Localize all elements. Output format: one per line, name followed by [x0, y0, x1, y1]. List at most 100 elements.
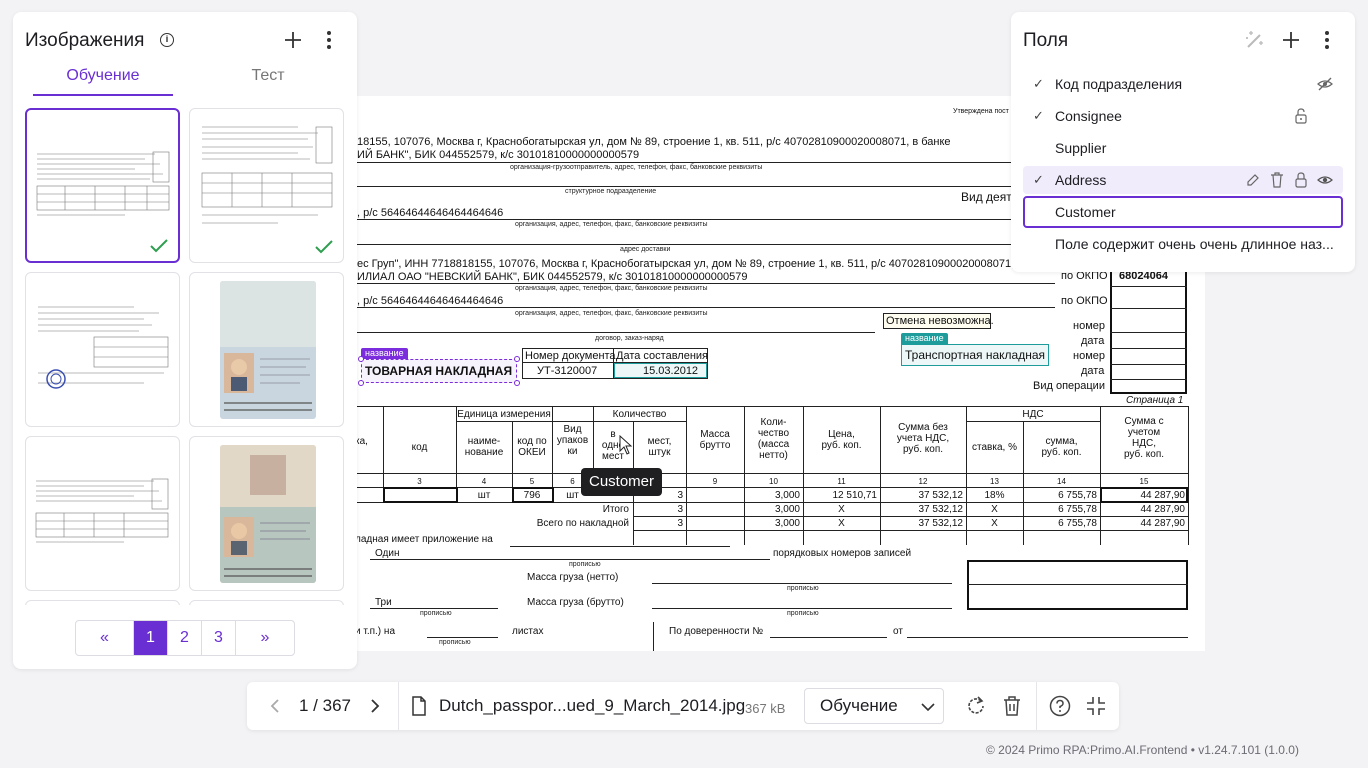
- cell: 3: [677, 504, 683, 515]
- col-num: 9: [712, 477, 718, 486]
- rotate-icon: [968, 696, 984, 714]
- mouse-cursor-icon: [619, 435, 633, 455]
- document-thumbnail-image: [38, 306, 169, 389]
- add-image-button[interactable]: [281, 28, 305, 52]
- cell: 37 532,12: [918, 504, 964, 515]
- field-item[interactable]: ✓ Consignee: [1023, 102, 1343, 130]
- doc-text: номер: [1073, 320, 1105, 332]
- tab-test[interactable]: Тест: [203, 64, 333, 96]
- doc-num-header: Номер документа: [525, 350, 616, 362]
- th: Цена, руб. коп.: [821, 429, 862, 451]
- doc-line: ИЙ БАНК", БИК 044552579, к/с 30101810000…: [357, 149, 640, 161]
- thumbnail[interactable]: [25, 108, 180, 263]
- doc-text: номер: [1073, 350, 1105, 362]
- eye-icon[interactable]: [1317, 172, 1333, 188]
- tooltip: Customer: [581, 468, 663, 496]
- field-item[interactable]: Supplier: [1023, 134, 1343, 162]
- th: Масса брутто: [699, 429, 731, 451]
- doc-number: УТ-3120007: [537, 365, 598, 377]
- doc-itogo: Итого: [602, 504, 629, 515]
- doc-text: листах: [512, 626, 544, 637]
- doc-text: По доверенности №: [669, 626, 764, 637]
- eye-off-icon[interactable]: [1317, 76, 1333, 92]
- field-item[interactable]: Поле содержит очень очень длинное наз...: [1023, 230, 1343, 258]
- th: ставка, %: [972, 442, 1017, 453]
- check-icon: ✓: [1033, 76, 1044, 91]
- doc-text: Вид деяте: [961, 190, 1019, 204]
- doc-text: Три: [375, 597, 392, 608]
- th: Единица измерения: [457, 409, 551, 420]
- bottom-toolbar: 1 / 367 Dutch_passpor...ued_9_March_2014…: [247, 682, 1119, 730]
- edit-icon[interactable]: [1245, 172, 1261, 188]
- chevron-right-icon: [371, 699, 380, 713]
- doc-vsego: Всего по накладной: [536, 518, 629, 529]
- fullscreen-button[interactable]: [1084, 694, 1108, 718]
- pagination-next-button[interactable]: »: [236, 621, 294, 655]
- info-icon[interactable]: i: [160, 33, 174, 47]
- fields-menu-button[interactable]: [1315, 28, 1339, 52]
- doc-title: ТОВАРНАЯ НАКЛАДНАЯ: [365, 364, 513, 378]
- fields-panel: Поля ✓ Код подразделения ✓ Consignee Sup…: [1011, 12, 1355, 272]
- annotation-tag: название: [901, 333, 948, 344]
- document-thumbnail-image: [36, 151, 170, 216]
- doc-text: порядковых номеров записей: [773, 548, 912, 559]
- col-num: 14: [1057, 477, 1066, 486]
- trash-icon: [1004, 696, 1020, 716]
- tab-training[interactable]: Обучение: [33, 64, 173, 96]
- field-item[interactable]: ✓ Address: [1023, 166, 1343, 194]
- thumbnail[interactable]: [25, 272, 180, 427]
- delete-image-button[interactable]: [1000, 694, 1024, 718]
- prev-image-button[interactable]: [263, 694, 287, 718]
- rotate-button[interactable]: [964, 694, 988, 718]
- doc-text: по ОКПО: [1061, 295, 1108, 307]
- cell: 796: [523, 490, 541, 501]
- cell: 6 755,78: [1058, 490, 1097, 501]
- annotation-tag: название: [361, 348, 408, 359]
- doc-text: и т.п.) на: [355, 626, 395, 637]
- doc-text: Один: [375, 548, 400, 559]
- cell: X: [838, 504, 845, 515]
- help-button[interactable]: [1048, 694, 1072, 718]
- add-field-button[interactable]: [1279, 28, 1303, 52]
- col-num: 5: [529, 477, 535, 486]
- images-menu-button[interactable]: [317, 28, 341, 52]
- cell: X: [838, 518, 845, 529]
- cell: шт: [477, 490, 491, 501]
- thumbnail[interactable]: [189, 108, 344, 263]
- thumbnail[interactable]: [189, 272, 344, 427]
- pagination-page-2[interactable]: 2: [168, 621, 202, 655]
- col-num: 13: [990, 477, 999, 486]
- pagination-page-1[interactable]: 1: [134, 621, 168, 655]
- thumbnail[interactable]: [189, 600, 344, 605]
- cell: 3: [677, 518, 683, 529]
- doc-date-header: Дата составления: [616, 350, 708, 362]
- document-thumbnail-image: [201, 126, 333, 224]
- lock-icon[interactable]: [1293, 172, 1309, 188]
- thumbnail[interactable]: [189, 436, 344, 591]
- field-item[interactable]: Customer: [1023, 196, 1343, 228]
- field-item[interactable]: ✓ Код подразделения: [1023, 70, 1343, 98]
- check-icon: ✓: [1033, 172, 1044, 187]
- cell: 37 532,12: [918, 518, 964, 529]
- trash-icon[interactable]: [1269, 172, 1285, 188]
- th: Сумма с учетом НДС, руб. коп.: [1123, 416, 1165, 460]
- doc-text: Масса груза (нетто): [527, 572, 619, 583]
- cell: 37 532,12: [918, 490, 964, 501]
- cell: 3,000: [774, 504, 800, 515]
- pagination: « 1 2 3 »: [75, 620, 295, 656]
- pagination-page-3[interactable]: 3: [202, 621, 236, 655]
- doc-caption: прописью: [439, 639, 471, 646]
- chevron-down-icon: [921, 703, 935, 712]
- thumbnail[interactable]: [25, 600, 180, 605]
- col-num: 15: [1139, 477, 1149, 486]
- dataset-select[interactable]: Обучение: [804, 688, 944, 724]
- cell: 3,000: [774, 518, 800, 529]
- next-image-button[interactable]: [363, 694, 387, 718]
- auto-label-button[interactable]: [1243, 28, 1267, 52]
- unlock-icon[interactable]: [1293, 108, 1309, 124]
- thumbnail[interactable]: [25, 436, 180, 591]
- pagination-prev-button[interactable]: «: [76, 621, 134, 655]
- field-label: Поле содержит очень очень длинное наз...: [1055, 236, 1334, 252]
- more-vertical-icon: [1325, 31, 1329, 49]
- footer-version: © 2024 Primo RPA:Primo.AI.Frontend • v1.…: [986, 743, 1299, 757]
